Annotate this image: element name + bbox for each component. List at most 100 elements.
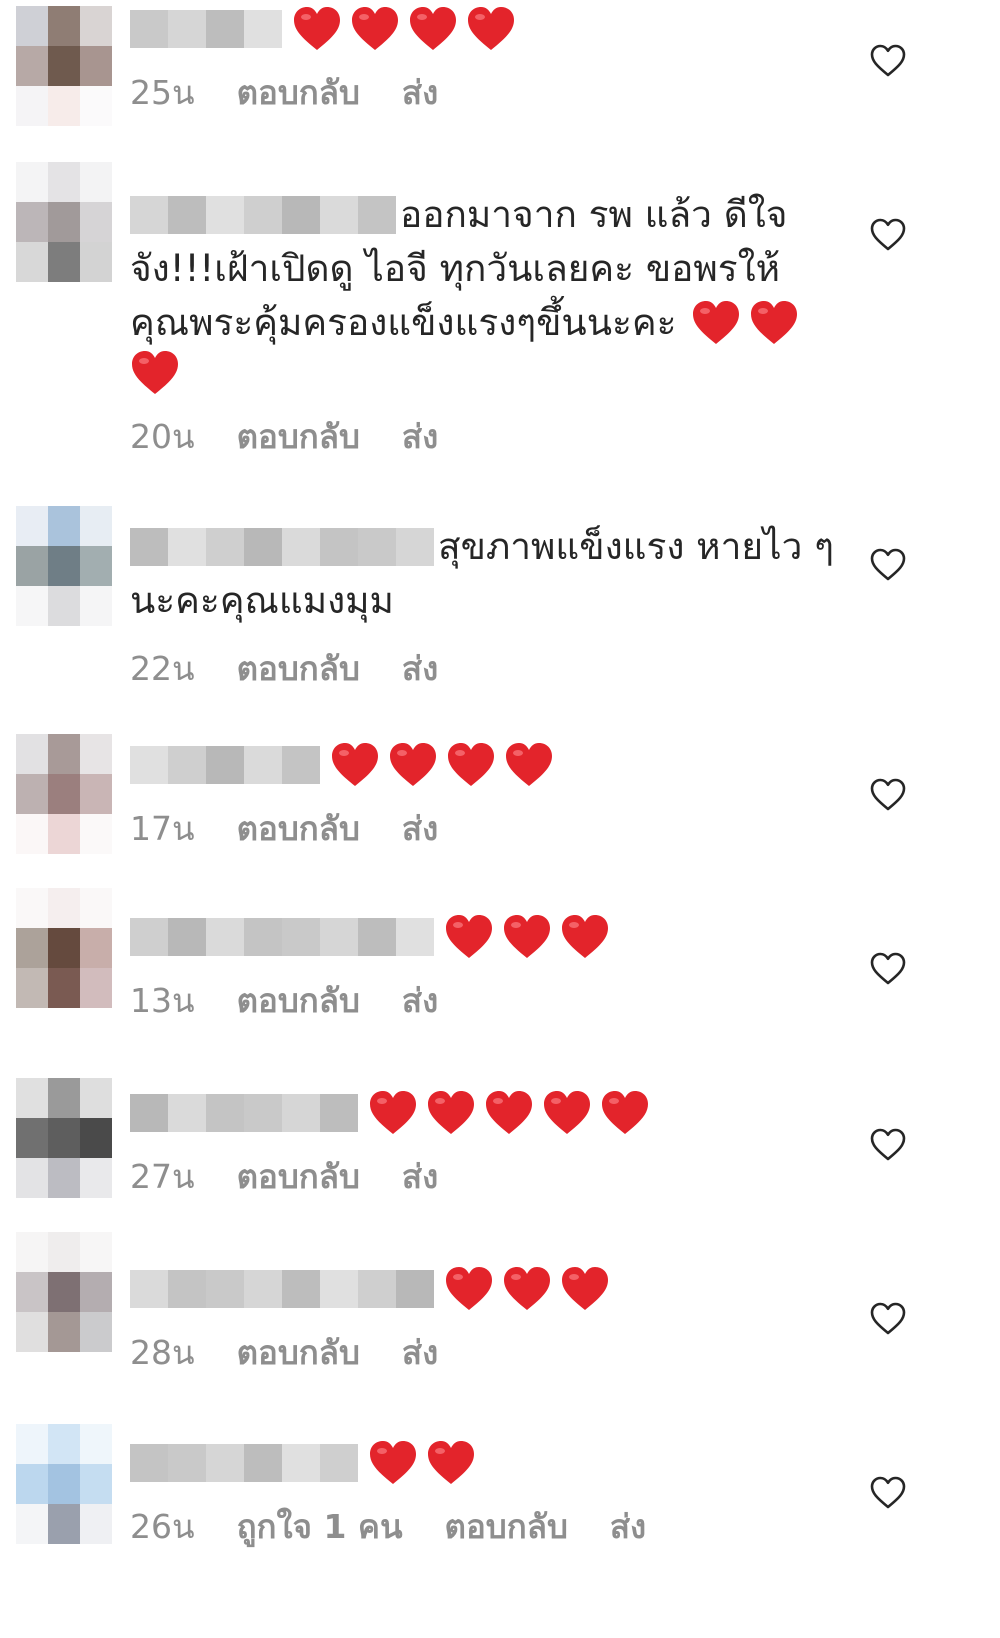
send-button[interactable]: ส่ง: [402, 802, 438, 855]
send-button[interactable]: ส่ง: [402, 974, 438, 1027]
send-button[interactable]: ส่ง: [402, 1150, 438, 1203]
username-link[interactable]: [130, 1270, 434, 1308]
comment-content: สุขภาพแข็งแรง หายไว ๆนะคะคุณแมงมุม 22น ตอบ…: [130, 520, 850, 695]
avatar[interactable]: [16, 1424, 112, 1544]
username-redacted-block: [282, 1094, 320, 1132]
username-link[interactable]: [130, 918, 434, 956]
reply-button[interactable]: ตอบกลับ: [237, 66, 360, 119]
reply-button[interactable]: ตอบกลับ: [237, 974, 360, 1027]
likes-count-link[interactable]: ถูกใจ 1 คน: [237, 1500, 403, 1553]
comment-meta: 20น ตอบกลับ ส่ง: [130, 410, 850, 463]
reply-button[interactable]: ตอบกลับ: [237, 1150, 360, 1203]
avatar[interactable]: [16, 506, 112, 626]
timestamp[interactable]: 22น: [130, 642, 195, 695]
avatar-pixel: [80, 202, 112, 242]
avatar-pixel: [16, 968, 48, 1008]
avatar-pixel: [16, 506, 48, 546]
timestamp[interactable]: 26น: [130, 1500, 195, 1553]
username-link[interactable]: [130, 10, 282, 48]
avatar[interactable]: [16, 1232, 112, 1352]
username-redacted-block: [282, 746, 320, 784]
username-redacted-block: [244, 746, 282, 784]
reply-button[interactable]: ตอบกลับ: [237, 802, 360, 855]
timestamp[interactable]: 28น: [130, 1326, 195, 1379]
heart-emoji-group: [368, 1440, 476, 1486]
avatar-pixel: [16, 1158, 48, 1198]
avatar-pixel: [16, 1232, 48, 1272]
reply-button[interactable]: ตอบกลับ: [237, 642, 360, 695]
send-button[interactable]: ส่ง: [402, 1326, 438, 1379]
timestamp[interactable]: 20น: [130, 410, 195, 463]
username-link[interactable]: [130, 528, 434, 566]
username-redacted-block: [130, 1270, 168, 1308]
avatar-pixel: [48, 968, 80, 1008]
avatar[interactable]: [16, 1078, 112, 1198]
avatar-pixel: [16, 888, 48, 928]
username-redacted-block: [168, 1094, 206, 1132]
timestamp[interactable]: 25น: [130, 66, 195, 119]
like-heart-icon[interactable]: [870, 44, 906, 78]
timestamp[interactable]: 27น: [130, 1150, 195, 1203]
avatar-pixel: [80, 162, 112, 202]
avatar-pixel: [80, 1078, 112, 1118]
avatar-pixel: [48, 586, 80, 626]
avatar[interactable]: [16, 162, 112, 282]
comment-text: คุณพระคุ้มครองแข็งแรงๆขึ้นนะคะ: [130, 301, 677, 344]
avatar-pixel: [16, 86, 48, 126]
avatar[interactable]: [16, 734, 112, 854]
username-redacted-block: [130, 528, 168, 566]
reply-button[interactable]: ตอบกลับ: [445, 1500, 568, 1553]
avatar-pixel: [16, 242, 48, 282]
send-button[interactable]: ส่ง: [402, 66, 438, 119]
username-redacted-block: [206, 528, 244, 566]
avatar[interactable]: [16, 6, 112, 126]
username-link[interactable]: [130, 746, 320, 784]
send-button[interactable]: ส่ง: [610, 1500, 646, 1553]
like-heart-icon[interactable]: [870, 548, 906, 582]
reply-button[interactable]: ตอบกลับ: [237, 1326, 360, 1379]
avatar-pixel: [16, 774, 48, 814]
like-heart-icon[interactable]: [870, 952, 906, 986]
like-heart-icon[interactable]: [870, 1302, 906, 1336]
heart-emoji-icon: [562, 1267, 608, 1310]
send-button[interactable]: ส่ง: [402, 410, 438, 463]
timestamp[interactable]: 13น: [130, 974, 195, 1027]
comment-text-line: [130, 914, 850, 960]
timestamp[interactable]: 17น: [130, 802, 195, 855]
username-redacted-block: [130, 1444, 168, 1482]
send-button[interactable]: ส่ง: [402, 642, 438, 695]
avatar-pixel: [16, 928, 48, 968]
like-heart-icon[interactable]: [870, 1128, 906, 1162]
like-heart-icon[interactable]: [870, 1476, 906, 1510]
avatar-pixel: [80, 1424, 112, 1464]
comment-content: ออกมาจาก รพ แล้ว ดีใจ จัง!!!เฝ้าเปิดดู ไอ…: [130, 188, 850, 463]
username-redacted-block: [130, 1094, 168, 1132]
like-heart-icon[interactable]: [870, 778, 906, 812]
username-redacted-block: [168, 918, 206, 956]
avatar-pixel: [48, 1232, 80, 1272]
avatar[interactable]: [16, 888, 112, 1008]
username-redacted-block: [244, 196, 282, 234]
username-link[interactable]: [130, 1444, 358, 1482]
heart-emoji-icon: [410, 7, 456, 50]
username-link[interactable]: [130, 1094, 358, 1132]
avatar-pixel: [16, 1312, 48, 1352]
comment-content: 28น ตอบกลับ ส่ง: [130, 1266, 850, 1379]
comment-content: 13น ตอบกลับ ส่ง: [130, 914, 850, 1027]
heart-emoji-icon: [332, 743, 378, 786]
username-redacted-block: [358, 1270, 396, 1308]
avatar-pixel: [48, 1504, 80, 1544]
username-redacted-block: [130, 918, 168, 956]
comment-content: 25น ตอบกลับ ส่ง: [130, 6, 850, 119]
comment-text-line: คุณพระคุ้มครองแข็งแรงๆขึ้นนะคะ: [130, 296, 850, 350]
avatar-pixel: [48, 1272, 80, 1312]
heart-emoji-icon: [486, 1091, 532, 1134]
avatar-pixel: [80, 506, 112, 546]
reply-button[interactable]: ตอบกลับ: [237, 410, 360, 463]
username-redacted-block: [282, 1444, 320, 1482]
heart-emoji-icon: [446, 915, 492, 958]
username-link[interactable]: [130, 196, 396, 234]
username-redacted-block: [206, 918, 244, 956]
like-heart-icon[interactable]: [870, 218, 906, 252]
comment-text-line: สุขภาพแข็งแรง หายไว ๆ: [130, 520, 850, 574]
